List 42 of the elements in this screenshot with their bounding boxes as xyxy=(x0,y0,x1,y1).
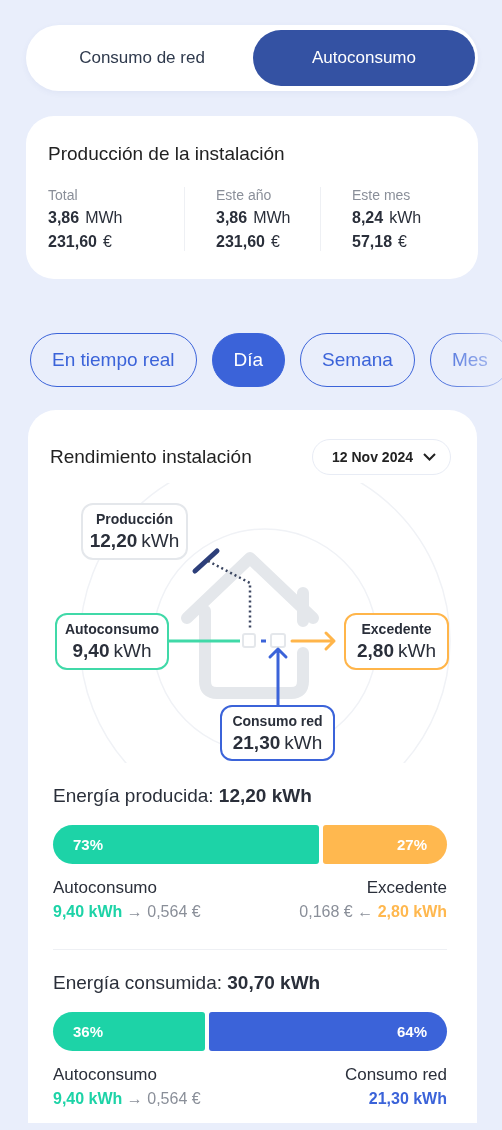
flow-value: 12,20 kWh xyxy=(89,530,180,552)
legend-label: Consumo red xyxy=(344,1065,447,1085)
legend-value: 9,40 kWh → 0,564 € xyxy=(53,1090,201,1108)
solar-panel-icon xyxy=(192,548,220,574)
mode-tab[interactable]: Autoconsumo xyxy=(253,30,475,86)
bar-segment: 73% xyxy=(53,825,320,864)
flow-value: 9,40 kWh xyxy=(72,640,152,662)
flow-label: Autoconsumo xyxy=(64,621,160,637)
stat-label: Total xyxy=(48,187,79,203)
card-title: Rendimiento instalación xyxy=(50,446,252,468)
card-title: Producción de la instalación xyxy=(48,143,286,165)
energy-value: 3,86 MWh xyxy=(48,209,124,227)
energy-value: 8,24 kWh xyxy=(352,209,423,227)
bar-segment: 36% xyxy=(53,1012,205,1051)
legend-value: 0,168 € ← 2,80 kWh xyxy=(299,903,447,921)
energy-value: 3,86 MWh xyxy=(216,209,292,227)
arrow xyxy=(290,631,336,651)
legend-label: Autoconsumo xyxy=(53,1065,158,1085)
legend-label: Excedente xyxy=(366,878,447,898)
mode-tab[interactable]: Consumo de red xyxy=(31,30,253,86)
legend-value: 21,30 kWh xyxy=(368,1090,447,1108)
summary-title: Energía consumida: 30,70 kWh xyxy=(53,972,322,994)
stat-label: Este mes xyxy=(352,187,412,203)
legend-label: Autoconsumo xyxy=(53,878,158,898)
meter-drawing xyxy=(242,633,286,648)
flow-value: 21,30 kWh xyxy=(232,731,323,754)
period-chip[interactable]: Día xyxy=(211,333,286,387)
money-value: 231,60 € xyxy=(216,233,281,251)
stat-label: Este año xyxy=(216,187,273,203)
money-value: 57,18 € xyxy=(352,233,408,251)
flow-label: Producción xyxy=(96,511,173,527)
flow-label: Consumo red xyxy=(232,712,323,729)
bar-segment: 64% xyxy=(208,1012,447,1051)
flow-label: Excedente xyxy=(361,621,432,637)
date-dropdown[interactable]: 12 Nov 2024 xyxy=(312,439,451,475)
flow-value: 2,80 kWh xyxy=(357,640,436,662)
legend-value: 9,40 kWh → 0,564 € xyxy=(53,903,201,921)
summary-title: Energía producida: 12,20 kWh xyxy=(53,785,313,807)
money-value: 231,60 € xyxy=(48,233,113,251)
bar-segment: 27% xyxy=(323,825,447,864)
chevron-down-icon xyxy=(423,453,436,461)
dotted-connector xyxy=(207,559,252,629)
